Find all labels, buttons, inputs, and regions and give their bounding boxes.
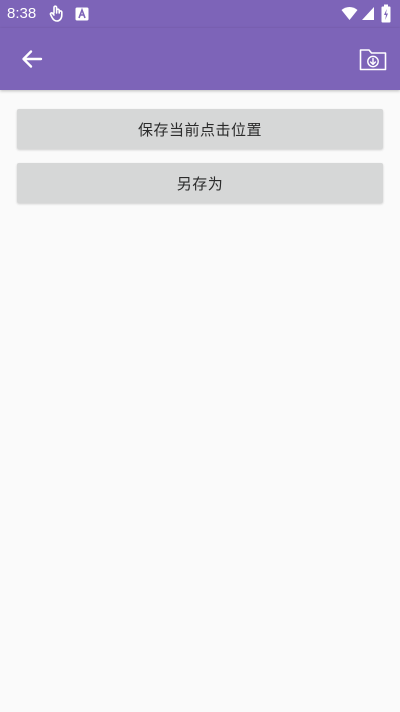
touch-icon bbox=[49, 5, 63, 22]
status-bar: 8:38 bbox=[0, 0, 400, 28]
save-current-position-button[interactable]: 保存当前点击位置 bbox=[17, 109, 383, 149]
signal-icon bbox=[362, 7, 374, 20]
battery-icon bbox=[381, 4, 391, 23]
save-current-position-label: 保存当前点击位置 bbox=[137, 120, 262, 139]
app-bar bbox=[0, 28, 400, 90]
status-time: 8:38 bbox=[7, 5, 37, 22]
back-button[interactable] bbox=[10, 37, 54, 81]
save-as-button[interactable]: 另存为 bbox=[17, 163, 383, 203]
folder-download-button[interactable] bbox=[351, 37, 395, 81]
wifi-icon bbox=[341, 7, 358, 20]
save-as-label: 另存为 bbox=[176, 174, 224, 193]
folder-download-icon bbox=[359, 49, 387, 71]
arrow-left-icon bbox=[22, 50, 43, 68]
text-a-icon bbox=[75, 7, 89, 21]
